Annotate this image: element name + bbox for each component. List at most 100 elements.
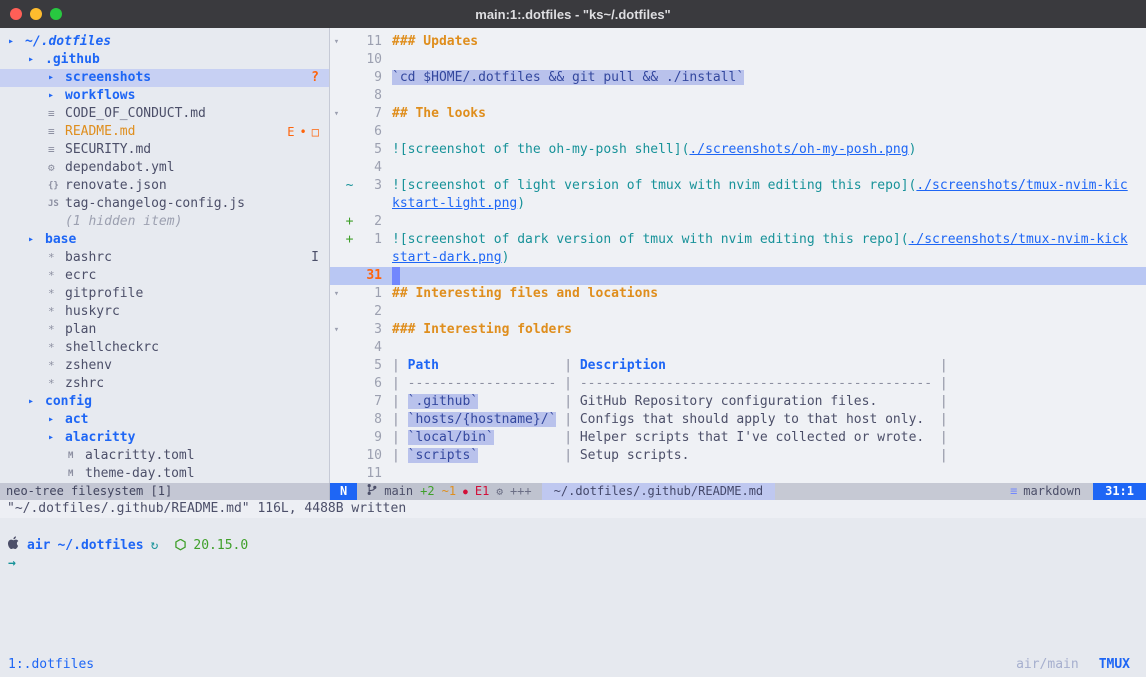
editor-line[interactable]: 4: [330, 339, 1146, 357]
editor-line[interactable]: 2: [330, 303, 1146, 321]
tree-item-screenshots[interactable]: ▸screenshots?: [0, 69, 329, 87]
editor-line[interactable]: 6| ------------------- | ---------------…: [330, 375, 1146, 393]
fold-column: [330, 429, 343, 447]
editor-line[interactable]: ▾3### Interesting folders: [330, 321, 1146, 339]
editor-line[interactable]: ▾11### Updates: [330, 33, 1146, 51]
editor-line[interactable]: 8| `hosts/{hostname}/` | Configs that sh…: [330, 411, 1146, 429]
tree-item-tag-changelog-config-js[interactable]: JStag-changelog-config.js: [0, 195, 329, 213]
folder-icon: ▸: [28, 231, 45, 249]
editor-line[interactable]: ~3![screenshot of light version of tmux …: [330, 177, 1146, 195]
line-text: [382, 123, 392, 141]
editor-line[interactable]: start-dark.png): [330, 249, 1146, 267]
markdown-file-icon: ≡: [48, 123, 65, 141]
tmux-window-label[interactable]: 1:.dotfiles: [8, 657, 94, 672]
git-untracked-badge: ?: [311, 69, 319, 87]
editor-line[interactable]: 4: [330, 159, 1146, 177]
tree-item-workflows[interactable]: ▸workflows: [0, 87, 329, 105]
close-button[interactable]: [10, 8, 22, 20]
toml-file-icon: M: [68, 447, 85, 465]
tree-item-plan[interactable]: *plan: [0, 321, 329, 339]
editor-line[interactable]: ▾7## The looks: [330, 105, 1146, 123]
tree-item-config[interactable]: ▸config: [0, 393, 329, 411]
editor-line[interactable]: 10: [330, 51, 1146, 69]
tmux-badge: TMUX: [1099, 657, 1130, 672]
prompt-arrow: →: [8, 555, 1146, 573]
tree-item-label: config: [45, 393, 92, 411]
sign-column: [343, 105, 356, 123]
fold-column: [330, 87, 343, 105]
editor-line[interactable]: +2: [330, 213, 1146, 231]
filetype-segment: ≡ markdown: [998, 483, 1093, 500]
tree-item-gitprofile[interactable]: *gitprofile: [0, 285, 329, 303]
tree-item-label: plan: [65, 321, 96, 339]
tree-item-zshenv[interactable]: *zshenv: [0, 357, 329, 375]
tree-item-theme-day-toml[interactable]: Mtheme-day.toml: [0, 465, 329, 483]
editor-line[interactable]: kstart-light.png): [330, 195, 1146, 213]
editor-buffer: ▾11### Updates109`cd $HOME/.dotfiles && …: [330, 33, 1146, 483]
editor-line[interactable]: 5![screenshot of the oh-my-posh shell](.…: [330, 141, 1146, 159]
tree-item-label: screenshots: [65, 69, 151, 87]
line-number: 9: [356, 69, 382, 87]
tree-item-label: gitprofile: [65, 285, 143, 303]
tree-item-label: huskyrc: [65, 303, 120, 321]
zoom-button[interactable]: [50, 8, 62, 20]
statusline: neo-tree filesystem [1] N main +2 ~1 ● E…: [0, 483, 1146, 500]
tree-item-label: dependabot.yml: [65, 159, 175, 177]
sign-column: [343, 357, 356, 375]
editor-line[interactable]: 10| `scripts` | Setup scripts. |: [330, 447, 1146, 465]
tree-item-renovate-json[interactable]: {}renovate.json: [0, 177, 329, 195]
tree-item-ecrc[interactable]: *ecrc: [0, 267, 329, 285]
tree-item-zshrc[interactable]: *zshrc: [0, 375, 329, 393]
neotree-statusline: neo-tree filesystem [1]: [0, 483, 330, 500]
line-number: 7: [356, 105, 382, 123]
editor-line[interactable]: 5| Path | Description |: [330, 357, 1146, 375]
editor-line[interactable]: 9`cd $HOME/.dotfiles && git pull && ./in…: [330, 69, 1146, 87]
tree-item-alacritty-toml[interactable]: Malacritty.toml: [0, 447, 329, 465]
line-number: 11: [356, 465, 382, 483]
line-number: 11: [356, 33, 382, 51]
sign-column: [343, 249, 356, 267]
line-number: 2: [356, 213, 382, 231]
tree-item-readme-md[interactable]: ≡README.mdE•□: [0, 123, 329, 141]
fold-column: [330, 393, 343, 411]
tree-item-label: ecrc: [65, 267, 96, 285]
shell-file-icon: *: [48, 285, 65, 303]
editor-line[interactable]: 7| `.github` | GitHub Repository configu…: [330, 393, 1146, 411]
editor-line[interactable]: 9| `local/bin` | Helper scripts that I'v…: [330, 429, 1146, 447]
tree-item-shellcheckrc[interactable]: *shellcheckrc: [0, 339, 329, 357]
tree-item-label: bashrc: [65, 249, 112, 267]
sign-column: [343, 429, 356, 447]
tree-item-huskyrc[interactable]: *huskyrc: [0, 303, 329, 321]
tree-item-dotfiles[interactable]: ▸~/.dotfiles: [0, 33, 329, 51]
folder-icon: ▸: [28, 393, 45, 411]
editor-pane[interactable]: ▾11### Updates109`cd $HOME/.dotfiles && …: [330, 28, 1146, 483]
editor-line[interactable]: ▾1## Interesting files and locations: [330, 285, 1146, 303]
sign-column: [343, 195, 356, 213]
tree-item-security-md[interactable]: ≡SECURITY.md: [0, 141, 329, 159]
editor-line[interactable]: 31: [330, 267, 1146, 285]
tmux-pane-shell[interactable]: air ~/.dotfiles ↻ 20.15.0 →: [0, 518, 1146, 651]
tree-item-alacritty[interactable]: ▸alacritty: [0, 429, 329, 447]
tree-item-label: CODE_OF_CONDUCT.md: [65, 105, 206, 123]
line-text: kstart-light.png): [382, 195, 525, 213]
line-number: 8: [356, 411, 382, 429]
tree-item-github[interactable]: ▸.github: [0, 51, 329, 69]
line-text: ![screenshot of light version of tmux wi…: [382, 177, 1128, 195]
fold-column: [330, 231, 343, 249]
line-number: 2: [356, 303, 382, 321]
git-branch-label: main: [384, 483, 413, 500]
tree-item-act[interactable]: ▸act: [0, 411, 329, 429]
editor-line[interactable]: +1![screenshot of dark version of tmux w…: [330, 231, 1146, 249]
tree-item-label: renovate.json: [65, 177, 167, 195]
tree-item-code-of-conduct-md[interactable]: ≡CODE_OF_CONDUCT.md: [0, 105, 329, 123]
tree-item-bashrc[interactable]: *bashrcI: [0, 249, 329, 267]
editor-line[interactable]: 6: [330, 123, 1146, 141]
line-number: 8: [356, 87, 382, 105]
tree-item-base[interactable]: ▸base: [0, 231, 329, 249]
minimize-button[interactable]: [30, 8, 42, 20]
editor-line[interactable]: 11: [330, 465, 1146, 483]
tree-item-1-hidden-item[interactable]: (1 hidden item): [0, 213, 329, 231]
line-text: [382, 51, 392, 69]
editor-line[interactable]: 8: [330, 87, 1146, 105]
tree-item-dependabot-yml[interactable]: ⚙dependabot.yml: [0, 159, 329, 177]
